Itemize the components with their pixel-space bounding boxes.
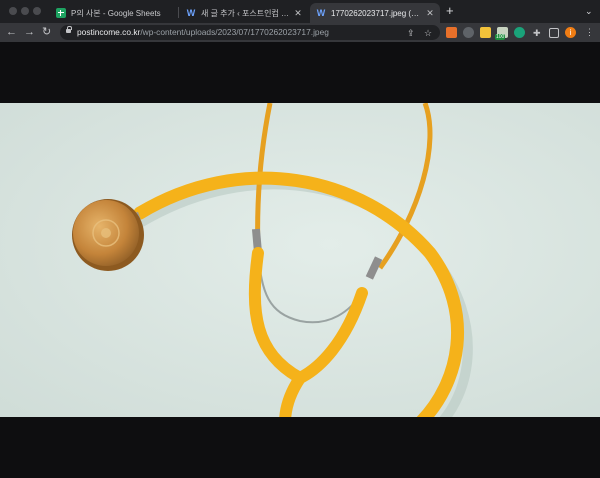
tab-search-chevron-icon[interactable]: ⌄ <box>585 6 593 17</box>
wordpress-icon: W <box>316 8 326 18</box>
back-arrow-icon[interactable]: ← <box>6 26 17 38</box>
tab-strip: P의 사본 - Google Sheets W 새 글 추가 ‹ 포스트인컴 —… <box>0 0 600 23</box>
rss-extension-icon[interactable] <box>446 27 457 38</box>
extension-badge: 100 <box>495 34 506 40</box>
toolbar: ← → ↻ postincome.co.kr/wp-content/upload… <box>0 23 600 42</box>
menu-kebab-icon[interactable]: ⋮ <box>585 27 594 37</box>
reload-icon[interactable]: ↻ <box>42 26 51 38</box>
close-window-button[interactable] <box>9 7 17 15</box>
side-panel-icon[interactable] <box>549 28 559 38</box>
tab-title: 새 글 추가 ‹ 포스트인컴 — 워드프레스 <box>201 8 290 18</box>
browser-window: P의 사본 - Google Sheets W 새 글 추가 ‹ 포스트인컴 —… <box>0 0 600 478</box>
tab-title: 1770262023717.jpeg (1200×630) <box>331 8 422 18</box>
sheets-icon <box>56 8 66 18</box>
lock-icon <box>66 26 72 33</box>
minimize-window-button[interactable] <box>21 7 29 15</box>
close-tab-icon[interactable]: ✕ <box>294 8 302 19</box>
tab-image[interactable]: W 1770262023717.jpeg (1200×630) ✕ <box>310 3 440 23</box>
url-text: postincome.co.kr/wp-content/uploads/2023… <box>77 27 329 38</box>
url-path: /wp-content/uploads/2023/07/177026202371… <box>140 27 329 37</box>
extension-icon[interactable] <box>463 27 474 38</box>
url-host: postincome.co.kr <box>77 27 141 37</box>
profile-avatar[interactable]: i <box>565 27 576 38</box>
extension-icon[interactable] <box>480 27 491 38</box>
new-tab-button[interactable]: + <box>446 4 454 18</box>
tab-separator <box>178 7 179 18</box>
tab-wordpress-editor[interactable]: W 새 글 추가 ‹ 포스트인컴 — 워드프레스 ✕ <box>180 3 308 23</box>
wordpress-icon: W <box>186 8 196 18</box>
tab-google-sheets[interactable]: P의 사본 - Google Sheets <box>50 3 178 23</box>
grammar-extension-icon[interactable] <box>514 27 525 38</box>
close-tab-icon[interactable]: ✕ <box>426 8 434 19</box>
address-bar[interactable]: postincome.co.kr/wp-content/uploads/2023… <box>60 25 440 40</box>
bookmark-star-icon[interactable]: ☆ <box>424 28 432 38</box>
stethoscope-image <box>0 103 600 417</box>
extensions-puzzle-icon[interactable]: ✚ <box>533 28 541 38</box>
share-icon[interactable]: ⇪ <box>407 28 415 38</box>
tab-title: P의 사본 - Google Sheets <box>71 8 161 18</box>
forward-arrow-icon[interactable]: → <box>24 26 35 38</box>
zoom-window-button[interactable] <box>33 7 41 15</box>
image-viewer <box>0 42 600 478</box>
